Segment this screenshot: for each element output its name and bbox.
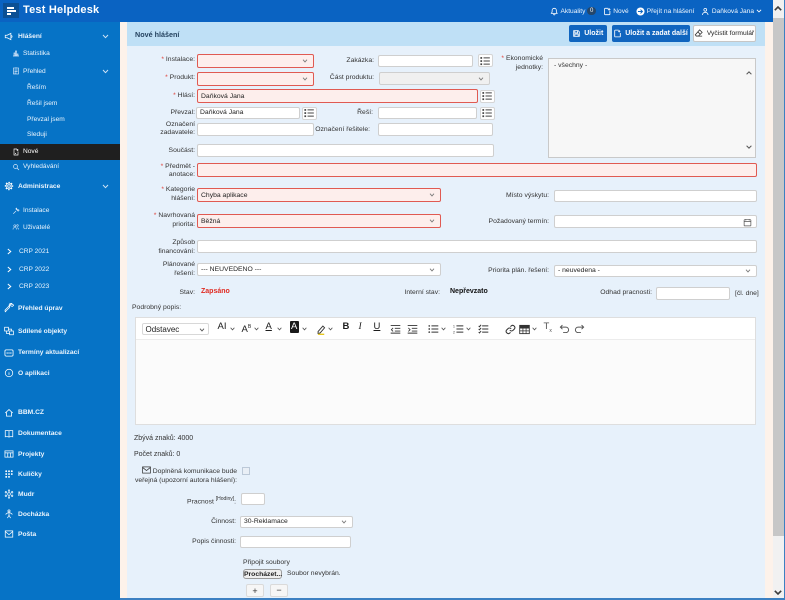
svg-text:1: 1 [453, 324, 455, 328]
svg-text:2: 2 [453, 330, 455, 334]
